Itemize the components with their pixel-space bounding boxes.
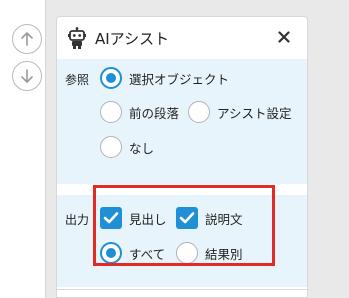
- reference-option-selected-object[interactable]: 選択オブジェクト: [100, 67, 229, 89]
- reference-option-assist-settings[interactable]: アシスト設定: [188, 101, 292, 123]
- close-icon: [278, 31, 290, 43]
- reference-option-previous-paragraph[interactable]: 前の段落: [100, 101, 179, 123]
- panel-header: AIアシスト: [57, 17, 307, 59]
- left-toolbar: [0, 0, 46, 298]
- reference-option-none[interactable]: なし: [100, 136, 154, 158]
- scroll-up-button[interactable]: [12, 24, 42, 54]
- scroll-down-button[interactable]: [12, 61, 42, 91]
- robot-icon: [68, 27, 86, 49]
- reference-section: 参照 選択オブジェクト 前の段落 アシスト設定 なし: [57, 59, 307, 184]
- divider: [57, 289, 307, 290]
- output-label: 出力: [65, 213, 90, 227]
- close-button[interactable]: [275, 28, 293, 46]
- radio-button[interactable]: [100, 136, 122, 158]
- radio-button[interactable]: [188, 101, 210, 123]
- arrow-up-icon: [21, 32, 33, 46]
- arrow-down-icon: [21, 69, 33, 83]
- highlight-box: [93, 185, 275, 266]
- radio-button-checked[interactable]: [100, 67, 122, 89]
- radio-button[interactable]: [100, 101, 122, 123]
- reference-label: 参照: [65, 73, 90, 87]
- panel-title: AIアシスト: [95, 29, 170, 48]
